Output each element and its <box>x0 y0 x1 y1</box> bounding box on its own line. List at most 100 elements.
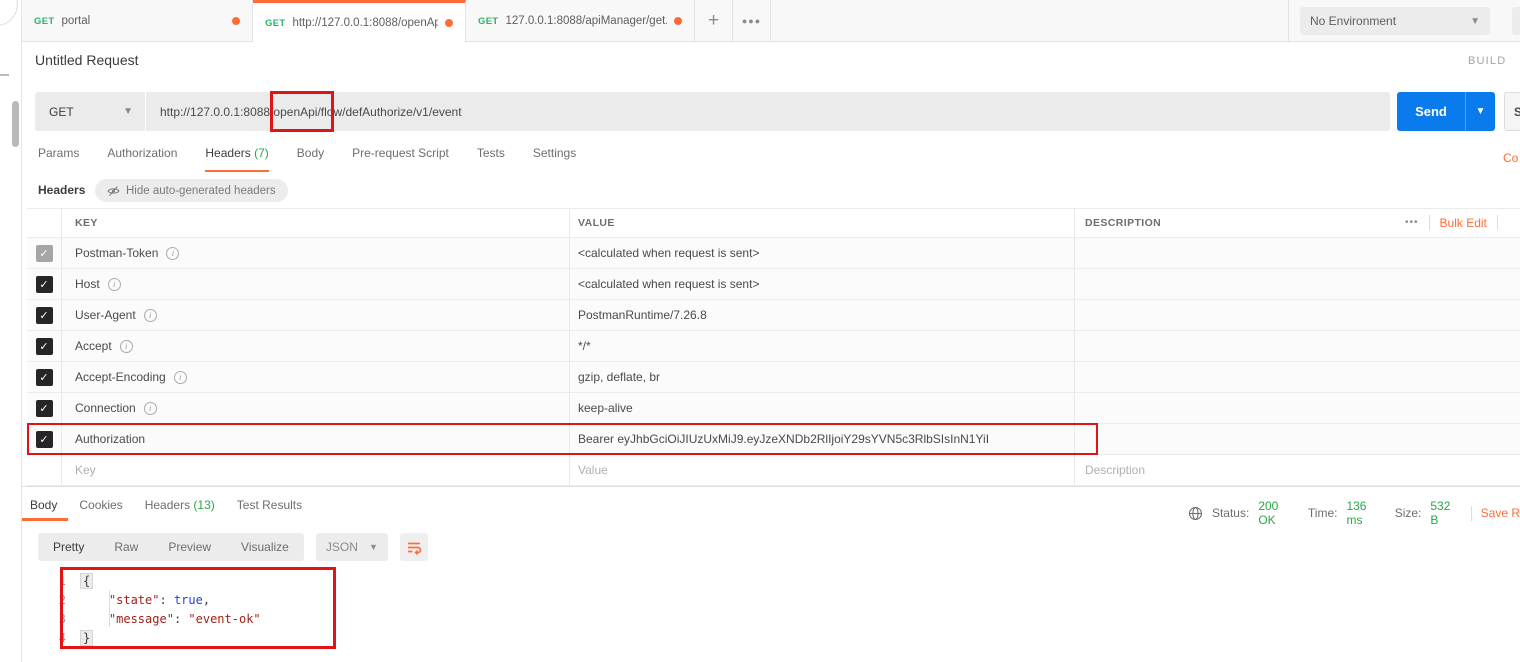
more-options-icon[interactable]: ••• <box>1405 217 1419 228</box>
sidebar-dash-decoration <box>0 74 9 76</box>
new-header-row: Key Value Description <box>27 455 1520 486</box>
header-key[interactable]: Accept-Encoding <box>75 370 166 384</box>
row-checkbox[interactable]: ✓ <box>35 306 53 324</box>
bulk-edit-button[interactable]: Bulk Edit <box>1440 216 1487 230</box>
sidebar-circle-decoration <box>0 0 18 26</box>
line-number: 2 <box>58 592 66 607</box>
globe-icon[interactable] <box>1188 506 1203 521</box>
method-selector[interactable]: GET ▼ <box>35 92 145 131</box>
language-selector[interactable]: JSON ▼ <box>315 533 388 561</box>
request-title[interactable]: Untitled Request <box>35 52 139 68</box>
hide-autogenerated-headers-button[interactable]: Hide auto-generated headers <box>95 179 288 202</box>
key-placeholder[interactable]: Key <box>75 463 96 477</box>
info-icon: i <box>173 370 187 384</box>
environment-selector[interactable]: No Environment ▼ <box>1300 7 1490 35</box>
headers-section-title: Headers <box>38 183 86 197</box>
info-icon: i <box>119 339 133 353</box>
response-body-viewer[interactable]: 1 { 2 "state": true, 3 "message": "event… <box>22 571 261 647</box>
request-section-tab[interactable]: Settings <box>533 146 576 172</box>
chevron-down-icon: ▼ <box>368 542 378 552</box>
table-header-actions: ••• Bulk Edit <box>1405 215 1498 230</box>
save-button[interactable]: S <box>1504 92 1520 131</box>
chevron-down-icon: ▼ <box>123 106 133 117</box>
environment-options-button[interactable] <box>1512 7 1520 35</box>
line-content: "message": "event-ok" <box>108 611 261 626</box>
row-checkbox[interactable]: ✓ <box>35 244 53 262</box>
environment-selected-value: No Environment <box>1310 14 1397 28</box>
request-tab-bar: GET portal GET http://127.0.0.1:8088/ope… <box>22 0 1520 43</box>
left-sidebar-strip <box>0 0 22 662</box>
view-mode-tab[interactable]: Visualize <box>226 533 304 561</box>
response-tab[interactable]: Body <box>30 498 57 512</box>
view-mode-tab[interactable]: Raw <box>99 533 153 561</box>
header-key[interactable]: Connection <box>75 401 136 415</box>
time-label: Time: <box>1307 506 1338 520</box>
description-placeholder[interactable]: Description <box>1085 463 1145 477</box>
header-key[interactable]: Host <box>75 277 100 291</box>
header-key[interactable]: User-Agent <box>75 308 136 322</box>
header-value[interactable]: keep-alive <box>578 401 633 415</box>
request-section-tab[interactable]: Body <box>297 146 324 172</box>
request-tab[interactable]: GET http://127.0.0.1:8088/openApi/... <box>253 0 466 43</box>
headers-table: KEY VALUE DESCRIPTION ✓ Postman-Token i … <box>27 208 1520 486</box>
send-button[interactable]: Send <box>1397 92 1465 131</box>
method-selected-value: GET <box>49 104 74 119</box>
send-options-button[interactable]: ▼ <box>1465 92 1495 131</box>
active-tab-underline <box>22 518 68 521</box>
tab-options-button[interactable]: ●●● <box>733 0 771 42</box>
view-mode-segmented-control: Pretty Raw Preview Visualize <box>38 533 304 561</box>
code-line: 4 } <box>22 628 261 647</box>
info-icon: i <box>107 277 121 291</box>
url-input[interactable]: http://127.0.0.1:8088/openApi/flow/defAu… <box>146 92 1390 131</box>
response-tab[interactable]: Cookies <box>79 498 122 512</box>
value-placeholder[interactable]: Value <box>578 463 608 477</box>
response-tab[interactable]: Test Results <box>237 498 302 512</box>
header-key[interactable]: Accept <box>75 339 112 353</box>
response-view-bar: Pretty Raw Preview Visualize JSON ▼ <box>38 533 428 561</box>
header-value[interactable]: PostmanRuntime/7.26.8 <box>578 308 707 322</box>
response-meta: Status: 200 OK Time: 136 ms Size: 532 B … <box>1188 499 1520 527</box>
header-row: ✓ Postman-Token i <calculated when reque… <box>27 238 1520 269</box>
request-tab[interactable]: GET 127.0.0.1:8088/apiManager/get... <box>466 0 695 42</box>
build-mode-label: BUILD <box>1468 55 1507 67</box>
request-tab[interactable]: GET portal <box>22 0 253 42</box>
request-section-tab[interactable]: Tests <box>477 146 505 172</box>
request-section-tab[interactable]: Headers (7) <box>205 146 269 172</box>
response-divider <box>22 486 1520 487</box>
wrap-text-button[interactable] <box>399 533 428 561</box>
header-row: ✓ Host i <calculated when request is sen… <box>27 269 1520 300</box>
info-icon: i <box>143 401 157 415</box>
column-key: KEY <box>75 217 98 229</box>
row-checkbox[interactable]: ✓ <box>35 430 53 448</box>
url-text: http://127.0.0.1:8088/openApi/flow/defAu… <box>160 104 462 119</box>
vertical-scrollbar-thumb[interactable] <box>12 101 19 147</box>
view-mode-tab[interactable]: Preview <box>153 533 226 561</box>
save-response-button[interactable]: Save R <box>1481 506 1520 520</box>
new-tab-button[interactable]: + <box>695 0 733 42</box>
header-key[interactable]: Authorization <box>75 432 145 446</box>
row-checkbox[interactable]: ✓ <box>35 399 53 417</box>
response-tab[interactable]: Headers (13) <box>145 498 215 512</box>
method-label: GET <box>34 15 55 27</box>
header-row: ✓ User-Agent i PostmanRuntime/7.26.8 <box>27 300 1520 331</box>
view-mode-tab[interactable]: Pretty <box>38 533 99 561</box>
request-section-tab[interactable]: Authorization <box>107 146 177 172</box>
header-value[interactable]: gzip, deflate, br <box>578 370 660 384</box>
environment-divider <box>1288 0 1289 42</box>
row-checkbox[interactable]: ✓ <box>35 368 53 386</box>
eye-off-icon <box>107 185 120 196</box>
row-checkbox[interactable]: ✓ <box>35 275 53 293</box>
cookies-link[interactable]: Co <box>1503 151 1518 165</box>
row-checkbox[interactable]: ✓ <box>35 337 53 355</box>
header-value[interactable]: */* <box>578 339 591 353</box>
header-value[interactable]: Bearer eyJhbGciOiJIUzUxMiJ9.eyJzeXNDb2Rl… <box>578 432 989 446</box>
header-value[interactable]: <calculated when request is sent> <box>578 277 759 291</box>
request-section-tab[interactable]: Pre-request Script <box>352 146 449 172</box>
url-builder: GET ▼ http://127.0.0.1:8088/openApi/flow… <box>35 92 1390 131</box>
response-tabs: Body Cookies Headers (13) Test Results <box>30 498 302 512</box>
unsaved-dot-icon <box>674 17 682 25</box>
header-key[interactable]: Postman-Token <box>75 246 158 260</box>
header-value[interactable]: <calculated when request is sent> <box>578 246 759 260</box>
tab-title: portal <box>61 15 91 27</box>
request-section-tab[interactable]: Params <box>38 146 79 172</box>
